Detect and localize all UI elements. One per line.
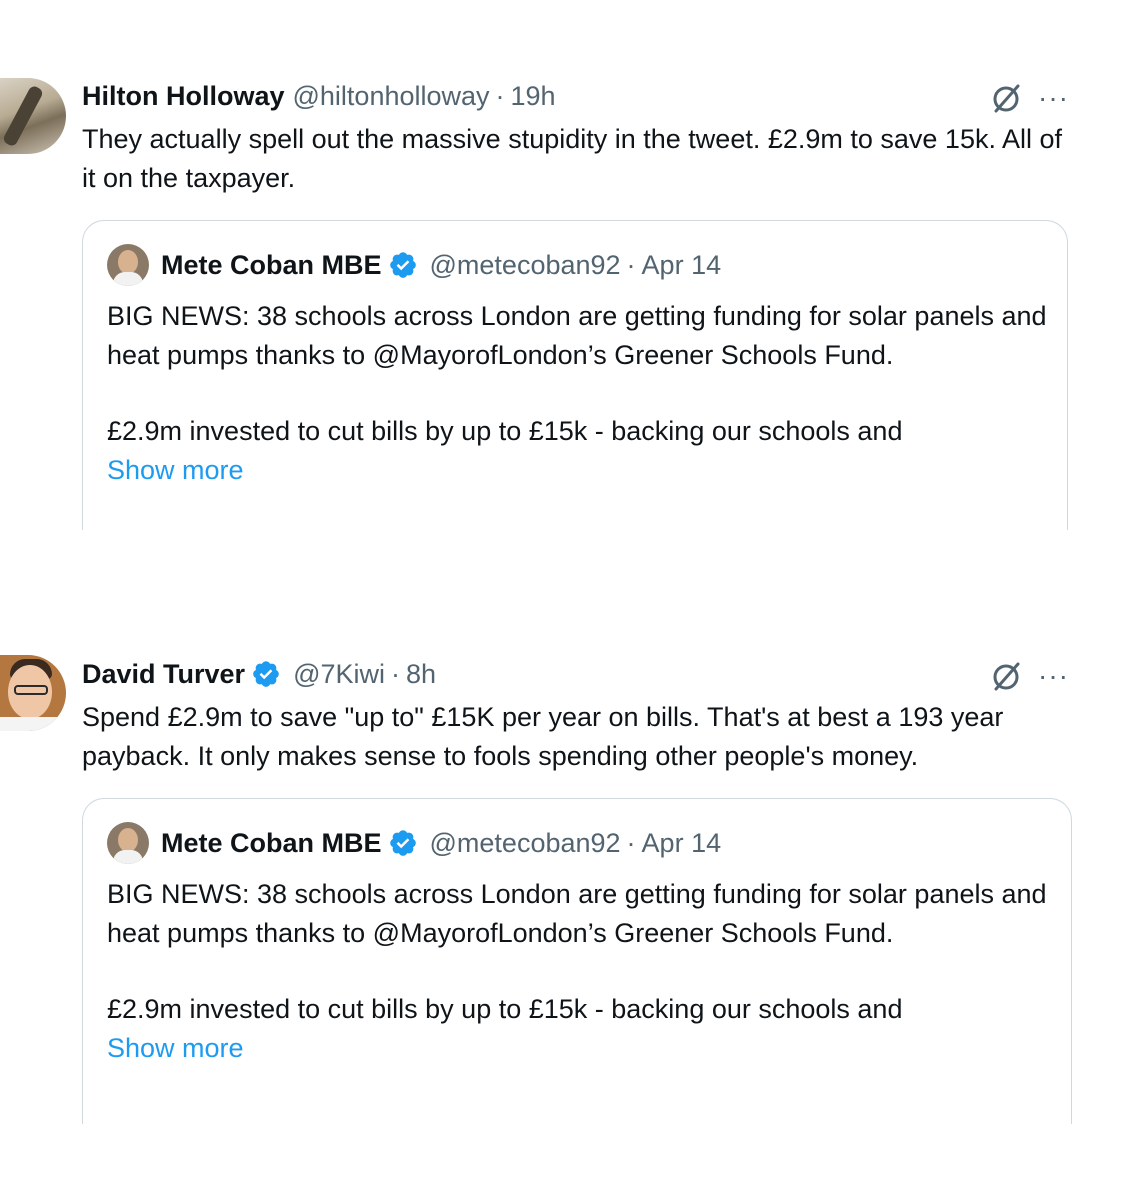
- separator-dot: ·: [626, 249, 636, 280]
- quoted-timestamp: Apr 14: [641, 249, 722, 280]
- quoted-avatar: [107, 822, 149, 864]
- more-options-icon[interactable]: ···: [1038, 662, 1069, 690]
- author-name[interactable]: Hilton Holloway: [82, 81, 285, 112]
- tweet-text: They actually spell out the massive stup…: [82, 124, 1063, 193]
- quoted-text: BIG NEWS: 38 schools across London are g…: [107, 297, 1067, 489]
- verified-badge-icon: [388, 828, 418, 858]
- tweet-tools: ···: [990, 658, 1069, 694]
- quoted-header: Mete Coban MBE @metecoban92 · Apr 14: [107, 244, 722, 286]
- author-name[interactable]: David Turver: [82, 659, 245, 690]
- show-more-link[interactable]: Show more: [107, 451, 1067, 490]
- author-handle[interactable]: @hiltonholloway: [293, 81, 490, 112]
- quoted-text: BIG NEWS: 38 schools across London are g…: [107, 875, 1067, 1067]
- tweet-header: David Turver @7Kiwi · 8h: [82, 656, 436, 692]
- quoted-timestamp: Apr 14: [641, 827, 722, 858]
- timestamp[interactable]: 19h: [511, 81, 556, 112]
- quoted-paragraph: £2.9m invested to cut bills by up to £15…: [107, 994, 903, 1024]
- tweet-tools: ···: [990, 80, 1069, 116]
- quoted-paragraph: BIG NEWS: 38 schools across London are g…: [107, 879, 1047, 948]
- quoted-paragraph: BIG NEWS: 38 schools across London are g…: [107, 301, 1047, 370]
- quoted-tweet[interactable]: Mete Coban MBE @metecoban92 · Apr 14 BIG…: [82, 220, 1068, 530]
- separator-dot: ·: [495, 80, 505, 111]
- separator-dot: ·: [626, 827, 636, 858]
- quoted-header: Mete Coban MBE @metecoban92 · Apr 14: [107, 822, 722, 864]
- quoted-paragraph: £2.9m invested to cut bills by up to £15…: [107, 416, 903, 446]
- quoted-author-name: Mete Coban MBE: [161, 827, 382, 858]
- separator-dot: ·: [391, 658, 400, 689]
- verified-badge-icon: [251, 659, 281, 689]
- quoted-author-name: Mete Coban MBE: [161, 249, 382, 280]
- author-handle[interactable]: @7Kiwi: [293, 659, 385, 690]
- tweet[interactable]: Hilton Holloway @hiltonholloway · 19h ··…: [0, 0, 1121, 560]
- timestamp[interactable]: 8h: [406, 659, 436, 690]
- verified-badge-icon: [388, 250, 418, 280]
- quoted-tweet[interactable]: Mete Coban MBE @metecoban92 · Apr 14 BIG…: [82, 798, 1072, 1124]
- quoted-avatar: [107, 244, 149, 286]
- avatar[interactable]: [0, 78, 66, 154]
- quoted-author-handle: @metecoban92: [429, 249, 621, 280]
- grok-icon[interactable]: [990, 81, 1024, 115]
- grok-icon[interactable]: [990, 659, 1024, 693]
- quoted-author-handle: @metecoban92: [429, 827, 621, 858]
- show-more-link[interactable]: Show more: [107, 1029, 1067, 1068]
- more-options-icon[interactable]: ···: [1038, 84, 1069, 112]
- avatar[interactable]: [0, 655, 66, 731]
- tweet-text: Spend £2.9m to save "up to" £15K per yea…: [82, 702, 1004, 771]
- tweet-header: Hilton Holloway @hiltonholloway · 19h: [82, 78, 556, 114]
